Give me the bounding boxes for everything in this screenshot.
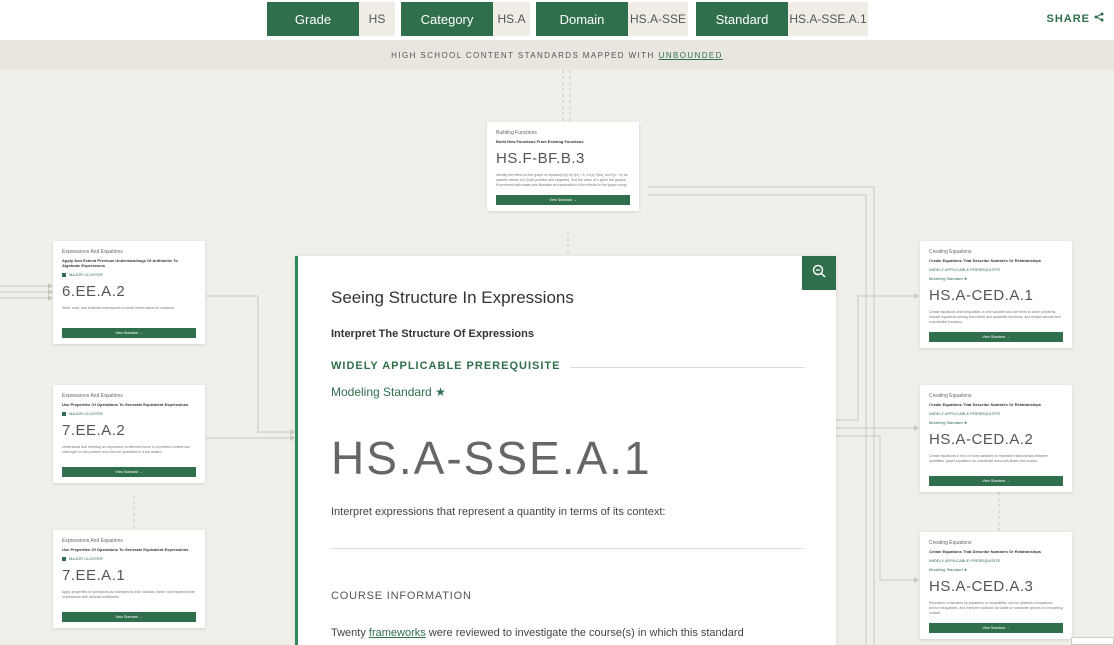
card-code: HS.A-CED.A.2 bbox=[929, 431, 1034, 448]
prerequisite-tag: WIDELY APPLICABLE PREREQUISITE bbox=[929, 267, 1001, 272]
cluster-title: Interpret The Structure Of Expressions bbox=[331, 328, 534, 340]
cluster-tag-label: MAJOR CLUSTER bbox=[69, 556, 103, 561]
card-cluster: Create Equations That Describe Numbers O… bbox=[929, 258, 1042, 263]
standard-code: HS.A-SSE.A.1 bbox=[331, 432, 652, 484]
standard-card-left-2[interactable]: Expressions And Equations Use Properties… bbox=[53, 385, 205, 483]
standard-card-top[interactable]: Building Functions Build New Functions F… bbox=[487, 122, 639, 211]
modeling-tag: Modeling Standard ★ bbox=[929, 276, 968, 281]
card-description: Identify the effect on the graph of repl… bbox=[496, 173, 628, 189]
course-information-heading: COURSE INFORMATION bbox=[331, 590, 472, 602]
frameworks-text-post: were reviewed to investigate the course(… bbox=[425, 627, 744, 639]
card-code: 7.EE.A.2 bbox=[62, 422, 126, 439]
modeling-tag: Modeling Standard ★ bbox=[929, 420, 968, 425]
frameworks-text-pre: Twenty bbox=[331, 627, 369, 639]
view-standard-button[interactable]: View Standard → bbox=[929, 476, 1063, 486]
card-domain: Creating Equations bbox=[929, 540, 972, 546]
cluster-tag-label: MAJOR CLUSTER bbox=[69, 411, 103, 416]
square-icon bbox=[62, 556, 66, 561]
view-standard-button[interactable]: View Standard → bbox=[929, 623, 1063, 633]
card-code: 7.EE.A.1 bbox=[62, 567, 126, 584]
view-standard-button[interactable]: View Standard → bbox=[496, 195, 630, 205]
card-description: Represent constraints by equations or in… bbox=[929, 601, 1063, 615]
card-description: Create equations and inequalities in one… bbox=[929, 310, 1061, 324]
card-description: Apply properties of operations as strate… bbox=[62, 590, 195, 599]
standard-card-right-2[interactable]: Creating Equations Create Equations That… bbox=[920, 385, 1072, 492]
frameworks-link[interactable]: frameworks bbox=[369, 627, 426, 639]
card-domain: Building Functions bbox=[496, 130, 537, 136]
domain-title: Seeing Structure In Expressions bbox=[331, 288, 574, 307]
standard-description: Interpret expressions that represent a q… bbox=[331, 506, 666, 518]
prerequisite-tag: WIDELY APPLICABLE PREREQUISITE bbox=[929, 411, 1001, 416]
card-domain: Expressions And Equations bbox=[62, 249, 123, 255]
standard-card-right-1[interactable]: Creating Equations Create Equations That… bbox=[920, 241, 1072, 348]
square-icon bbox=[62, 272, 66, 277]
cluster-tag-label: MAJOR CLUSTER bbox=[69, 272, 103, 277]
card-domain: Expressions And Equations bbox=[62, 393, 123, 399]
card-cluster: Apply And Extend Previous Understandings… bbox=[62, 258, 178, 268]
frameworks-text: Twenty frameworks were reviewed to inves… bbox=[331, 627, 744, 639]
card-description: Understand that rewriting an expression … bbox=[62, 445, 190, 454]
card-code: HS.F-BF.B.3 bbox=[496, 150, 585, 167]
prerequisite-heading: WIDELY APPLICABLE PREREQUISITE bbox=[331, 360, 561, 372]
zoom-out-icon bbox=[812, 264, 826, 283]
card-description: Create equations in two or more variable… bbox=[929, 454, 1049, 463]
cluster-tag: MAJOR CLUSTER bbox=[62, 556, 196, 561]
zoom-out-button[interactable] bbox=[802, 256, 836, 290]
card-cluster: Use Properties Of Operations To Generate… bbox=[62, 547, 189, 552]
heading-rule bbox=[570, 367, 805, 368]
modeling-standard-label: Modeling Standard ★ bbox=[331, 385, 446, 399]
prerequisite-tag: WIDELY APPLICABLE PREREQUISITE bbox=[929, 558, 1001, 563]
card-cluster: Use Properties Of Operations To Generate… bbox=[62, 402, 189, 407]
cluster-tag: MAJOR CLUSTER bbox=[62, 411, 196, 416]
card-code: HS.A-CED.A.1 bbox=[929, 287, 1034, 304]
view-standard-button[interactable]: View Standard → bbox=[62, 612, 196, 622]
card-cluster: Build New Functions From Existing Functi… bbox=[496, 139, 584, 144]
card-cluster: Create Equations That Describe Numbers O… bbox=[929, 402, 1042, 407]
standard-card-left-3[interactable]: Expressions And Equations Use Properties… bbox=[53, 530, 205, 628]
corner-widget[interactable] bbox=[1071, 637, 1114, 645]
standard-card-right-3[interactable]: Creating Equations Create Equations That… bbox=[920, 532, 1072, 639]
standard-detail-panel: Seeing Structure In Expressions Interpre… bbox=[295, 256, 836, 645]
card-domain: Creating Equations bbox=[929, 249, 972, 255]
view-standard-button[interactable]: View Standard → bbox=[62, 467, 196, 477]
card-code: HS.A-CED.A.3 bbox=[929, 578, 1034, 595]
card-domain: Creating Equations bbox=[929, 393, 972, 399]
card-domain: Expressions And Equations bbox=[62, 538, 123, 544]
section-divider bbox=[331, 548, 803, 549]
modeling-tag: Modeling Standard ★ bbox=[929, 567, 968, 572]
view-standard-button[interactable]: View Standard → bbox=[62, 328, 196, 338]
card-description: Write, read, and evaluate expressions in… bbox=[62, 306, 175, 310]
view-standard-button[interactable]: View Standard → bbox=[929, 332, 1063, 342]
card-code: 6.EE.A.2 bbox=[62, 283, 126, 300]
square-icon bbox=[62, 411, 66, 416]
cluster-tag: MAJOR CLUSTER bbox=[62, 272, 196, 277]
standard-card-left-1[interactable]: Expressions And Equations Apply And Exte… bbox=[53, 241, 205, 344]
card-cluster: Create Equations That Describe Numbers O… bbox=[929, 549, 1042, 554]
